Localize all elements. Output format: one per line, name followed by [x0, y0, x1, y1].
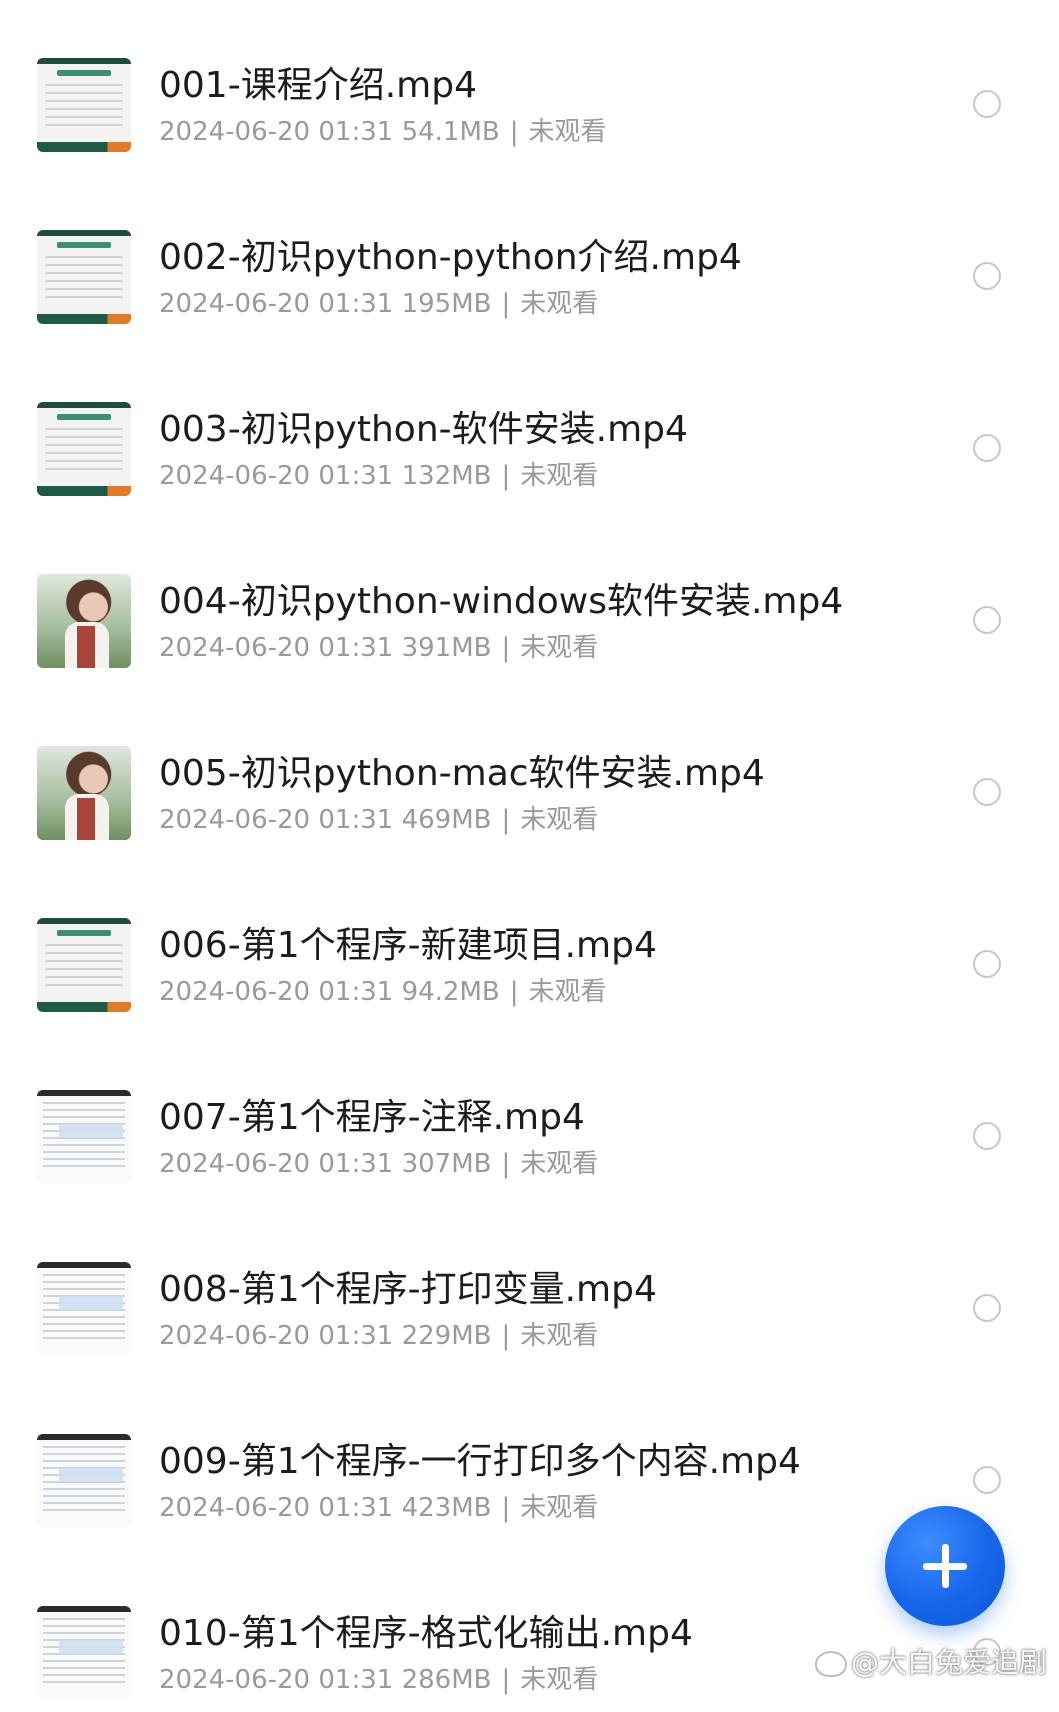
meta-separator: | [501, 633, 511, 663]
meta-separator: | [501, 461, 511, 491]
file-row[interactable]: 007-第1个程序-注释.mp4 2024-06-20 01:31 307MB | 未… [0, 1024, 1059, 1196]
watch-status: 未观看 [520, 461, 599, 491]
watch-status: 未观看 [520, 1321, 599, 1351]
video-thumbnail [37, 918, 131, 1012]
file-row[interactable]: 005-初识python-mac软件安装.mp4 2024-06-20 01:31… [0, 680, 1059, 852]
file-size: 195MB [401, 289, 492, 319]
watermark-text: @大白兔爱追剧 [851, 1646, 1048, 1679]
watch-status: 未观看 [528, 117, 607, 147]
file-meta: 2024-06-20 01:31 423MB | 未观看 [159, 1492, 598, 1524]
file-size: 423MB [401, 1493, 492, 1523]
meta-separator: | [509, 117, 519, 147]
video-thumbnail [37, 230, 131, 324]
video-thumbnail [37, 1434, 131, 1528]
file-meta: 2024-06-20 01:31 391MB | 未观看 [159, 632, 598, 664]
file-date: 2024-06-20 01:31 [159, 805, 394, 835]
file-size: 469MB [401, 805, 492, 835]
file-meta: 2024-06-20 01:31 307MB | 未观看 [159, 1148, 598, 1180]
watch-status: 未观看 [528, 977, 607, 1007]
watch-status: 未观看 [520, 1493, 599, 1523]
file-meta: 2024-06-20 01:31 132MB | 未观看 [159, 460, 598, 492]
video-thumbnail [37, 58, 131, 152]
select-radio[interactable] [973, 90, 1001, 118]
file-row[interactable]: 008-第1个程序-打印变量.mp4 2024-06-20 01:31 229MB… [0, 1196, 1059, 1368]
meta-separator: | [501, 1321, 511, 1351]
file-row[interactable]: 002-初识python-python介绍.mp4 2024-06-20 01:3… [0, 164, 1059, 336]
select-radio[interactable] [973, 1122, 1001, 1150]
plus-icon-stroke [942, 1544, 949, 1588]
watch-status: 未观看 [520, 633, 599, 663]
select-radio[interactable] [973, 262, 1001, 290]
file-title: 009-第1个程序-一行打印多个内容.mp4 [159, 1441, 801, 1482]
meta-separator: | [501, 805, 511, 835]
file-title: 001-课程介绍.mp4 [159, 65, 477, 106]
file-title: 006-第1个程序-新建项目.mp4 [159, 925, 657, 966]
file-meta: 2024-06-20 01:31 195MB | 未观看 [159, 288, 598, 320]
file-row[interactable]: 006-第1个程序-新建项目.mp4 2024-06-20 01:31 94.2M… [0, 852, 1059, 1024]
file-date: 2024-06-20 01:31 [159, 1665, 394, 1695]
file-title: 008-第1个程序-打印变量.mp4 [159, 1269, 657, 1310]
select-radio[interactable] [973, 950, 1001, 978]
select-radio[interactable] [973, 434, 1001, 462]
meta-separator: | [501, 1149, 511, 1179]
file-title: 005-初识python-mac软件安装.mp4 [159, 753, 765, 794]
file-date: 2024-06-20 01:31 [159, 977, 394, 1007]
file-title: 007-第1个程序-注释.mp4 [159, 1097, 585, 1138]
file-size: 94.2MB [401, 977, 500, 1007]
file-row[interactable]: 003-初识python-软件安装.mp4 2024-06-20 01:31 13… [0, 336, 1059, 508]
watch-status: 未观看 [520, 289, 599, 319]
watch-status: 未观看 [520, 1149, 599, 1179]
meta-separator: | [501, 1665, 511, 1695]
video-thumbnail [37, 1090, 131, 1184]
file-row[interactable]: 001-课程介绍.mp4 2024-06-20 01:31 54.1MB | 未观看 [0, 0, 1059, 164]
file-title: 004-初识python-windows软件安装.mp4 [159, 581, 844, 622]
file-meta: 2024-06-20 01:31 229MB | 未观看 [159, 1320, 598, 1352]
file-meta: 2024-06-20 01:31 469MB | 未观看 [159, 804, 598, 836]
file-date: 2024-06-20 01:31 [159, 1149, 394, 1179]
file-date: 2024-06-20 01:31 [159, 289, 394, 319]
meta-separator: | [509, 977, 519, 1007]
file-size: 229MB [401, 1321, 492, 1351]
file-size: 307MB [401, 1149, 492, 1179]
file-title: 002-初识python-python介绍.mp4 [159, 237, 742, 278]
watch-status: 未观看 [520, 1665, 599, 1695]
file-size: 286MB [401, 1665, 492, 1695]
meta-separator: | [501, 289, 511, 319]
add-button[interactable] [885, 1506, 1005, 1626]
meta-separator: | [501, 1493, 511, 1523]
watch-status: 未观看 [520, 805, 599, 835]
file-title: 010-第1个程序-格式化输出.mp4 [159, 1613, 693, 1654]
file-meta: 2024-06-20 01:31 94.2MB | 未观看 [159, 976, 607, 1008]
select-radio[interactable] [973, 606, 1001, 634]
file-meta: 2024-06-20 01:31 286MB | 未观看 [159, 1664, 598, 1696]
file-date: 2024-06-20 01:31 [159, 1321, 394, 1351]
video-thumbnail [37, 1606, 131, 1700]
file-date: 2024-06-20 01:31 [159, 633, 394, 663]
file-row[interactable]: 009-第1个程序-一行打印多个内容.mp4 2024-06-20 01:31 4… [0, 1368, 1059, 1540]
select-radio[interactable] [973, 1294, 1001, 1322]
watermark: @大白兔爱追剧 [815, 1645, 1047, 1681]
file-size: 132MB [401, 461, 492, 491]
select-radio[interactable] [973, 778, 1001, 806]
select-radio[interactable] [973, 1466, 1001, 1494]
file-date: 2024-06-20 01:31 [159, 461, 394, 491]
file-date: 2024-06-20 01:31 [159, 1493, 394, 1523]
file-size: 391MB [401, 633, 492, 663]
file-meta: 2024-06-20 01:31 54.1MB | 未观看 [159, 116, 607, 148]
video-thumbnail [37, 746, 131, 840]
file-size: 54.1MB [401, 117, 500, 147]
file-date: 2024-06-20 01:31 [159, 117, 394, 147]
video-thumbnail [37, 574, 131, 668]
file-title: 003-初识python-软件安装.mp4 [159, 409, 688, 450]
video-thumbnail [37, 402, 131, 496]
video-thumbnail [37, 1262, 131, 1356]
file-row[interactable]: 004-初识python-windows软件安装.mp4 2024-06-20 0… [0, 508, 1059, 680]
weibo-logo-icon [815, 1651, 847, 1677]
